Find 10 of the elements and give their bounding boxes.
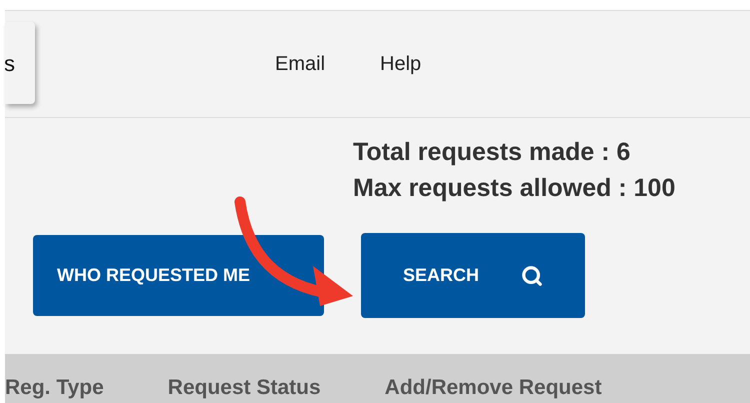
column-header[interactable]: Request Status [168, 375, 321, 401]
nav-link[interactable]: Email [275, 49, 326, 79]
column-header[interactable]: Reg. Type [5, 375, 104, 401]
stat-text: Max requests allowed : 100 [353, 173, 676, 204]
column-header[interactable]: Add/Remove Request [384, 375, 602, 401]
stat-text: Total requests made : 6 [353, 137, 632, 168]
who-requested-me-button[interactable]: WHO REQUESTED ME [33, 235, 324, 316]
nav-link[interactable]: Help [380, 49, 422, 79]
search-icon [521, 264, 543, 286]
search-button[interactable]: SEARCH [361, 233, 585, 318]
